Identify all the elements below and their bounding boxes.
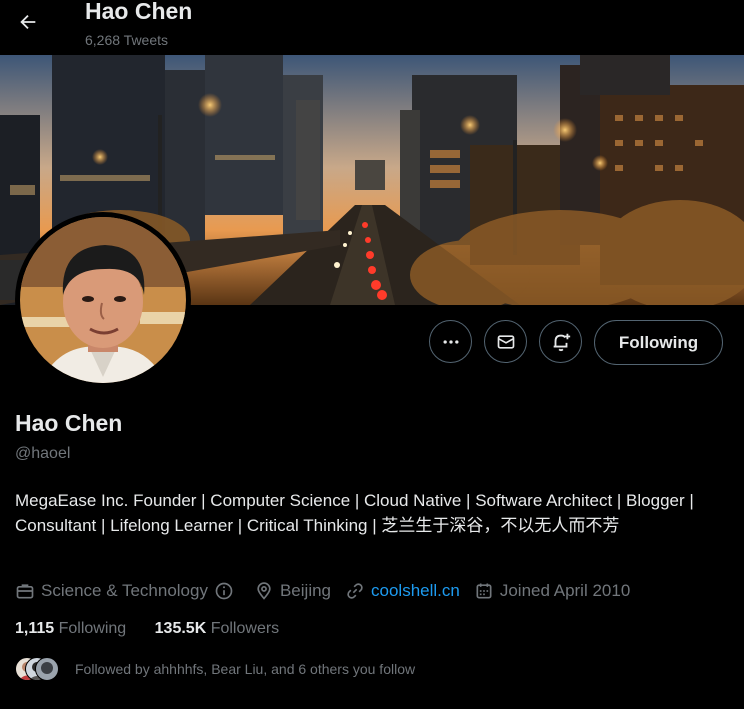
more-icon xyxy=(443,339,458,344)
message-icon xyxy=(497,334,514,349)
back-button[interactable] xyxy=(12,6,44,38)
follower-avatars xyxy=(15,657,65,681)
category-item: Science & Technology xyxy=(15,581,240,601)
notify-bell-icon xyxy=(553,333,570,351)
location-pin-icon xyxy=(257,582,271,600)
following-count: 1,115 xyxy=(15,620,55,637)
header-title: Hao Chen xyxy=(85,0,193,24)
profile-name: Hao Chen xyxy=(15,410,123,436)
location-item: Beijing xyxy=(254,581,331,601)
following-label: Following xyxy=(58,620,127,637)
link-icon xyxy=(347,583,363,599)
avatar[interactable] xyxy=(20,217,186,383)
calendar-icon xyxy=(476,583,492,599)
followed-by-text: Followed by ahhhhfs, Bear Liu, and 6 oth… xyxy=(75,661,416,677)
message-button[interactable] xyxy=(484,320,527,363)
followed-by[interactable]: Followed by ahhhhfs, Bear Liu, and 6 oth… xyxy=(15,656,415,682)
joined-item: Joined April 2010 xyxy=(474,581,630,601)
profile-handle: @haoel xyxy=(15,445,71,462)
arrow-left-icon xyxy=(20,14,36,30)
notify-button[interactable] xyxy=(539,320,582,363)
website-item[interactable]: coolshell.cn xyxy=(345,581,460,601)
avatar-frame[interactable] xyxy=(15,212,191,388)
joined-label: Joined April 2010 xyxy=(499,581,631,600)
tweet-count: 6,268 Tweets xyxy=(85,32,169,48)
top-bar: Hao Chen 6,268 Tweets xyxy=(0,0,744,55)
follower-avatar xyxy=(35,657,59,681)
more-button[interactable] xyxy=(429,320,472,363)
profile-meta: Science & Technology Beijing coolshell.c… xyxy=(15,578,644,604)
category-label: Science & Technology xyxy=(41,581,208,600)
profile-bio: MegaEase Inc. Founder | Computer Science… xyxy=(15,491,694,535)
avatar-image xyxy=(20,217,186,383)
location-label: Beijing xyxy=(279,581,332,600)
website-link[interactable]: coolshell.cn xyxy=(371,581,460,601)
briefcase-icon xyxy=(16,584,34,599)
followers-count: 135.5K xyxy=(154,620,207,637)
profile-stats: 1,115 Following 135.5K Followers xyxy=(15,620,303,638)
following-stat[interactable]: 1,115 Following xyxy=(15,620,126,637)
followers-label: Followers xyxy=(210,620,280,637)
info-icon[interactable] xyxy=(214,581,234,601)
following-button[interactable]: Following xyxy=(594,320,723,365)
followers-stat[interactable]: 135.5K Followers xyxy=(155,620,280,637)
